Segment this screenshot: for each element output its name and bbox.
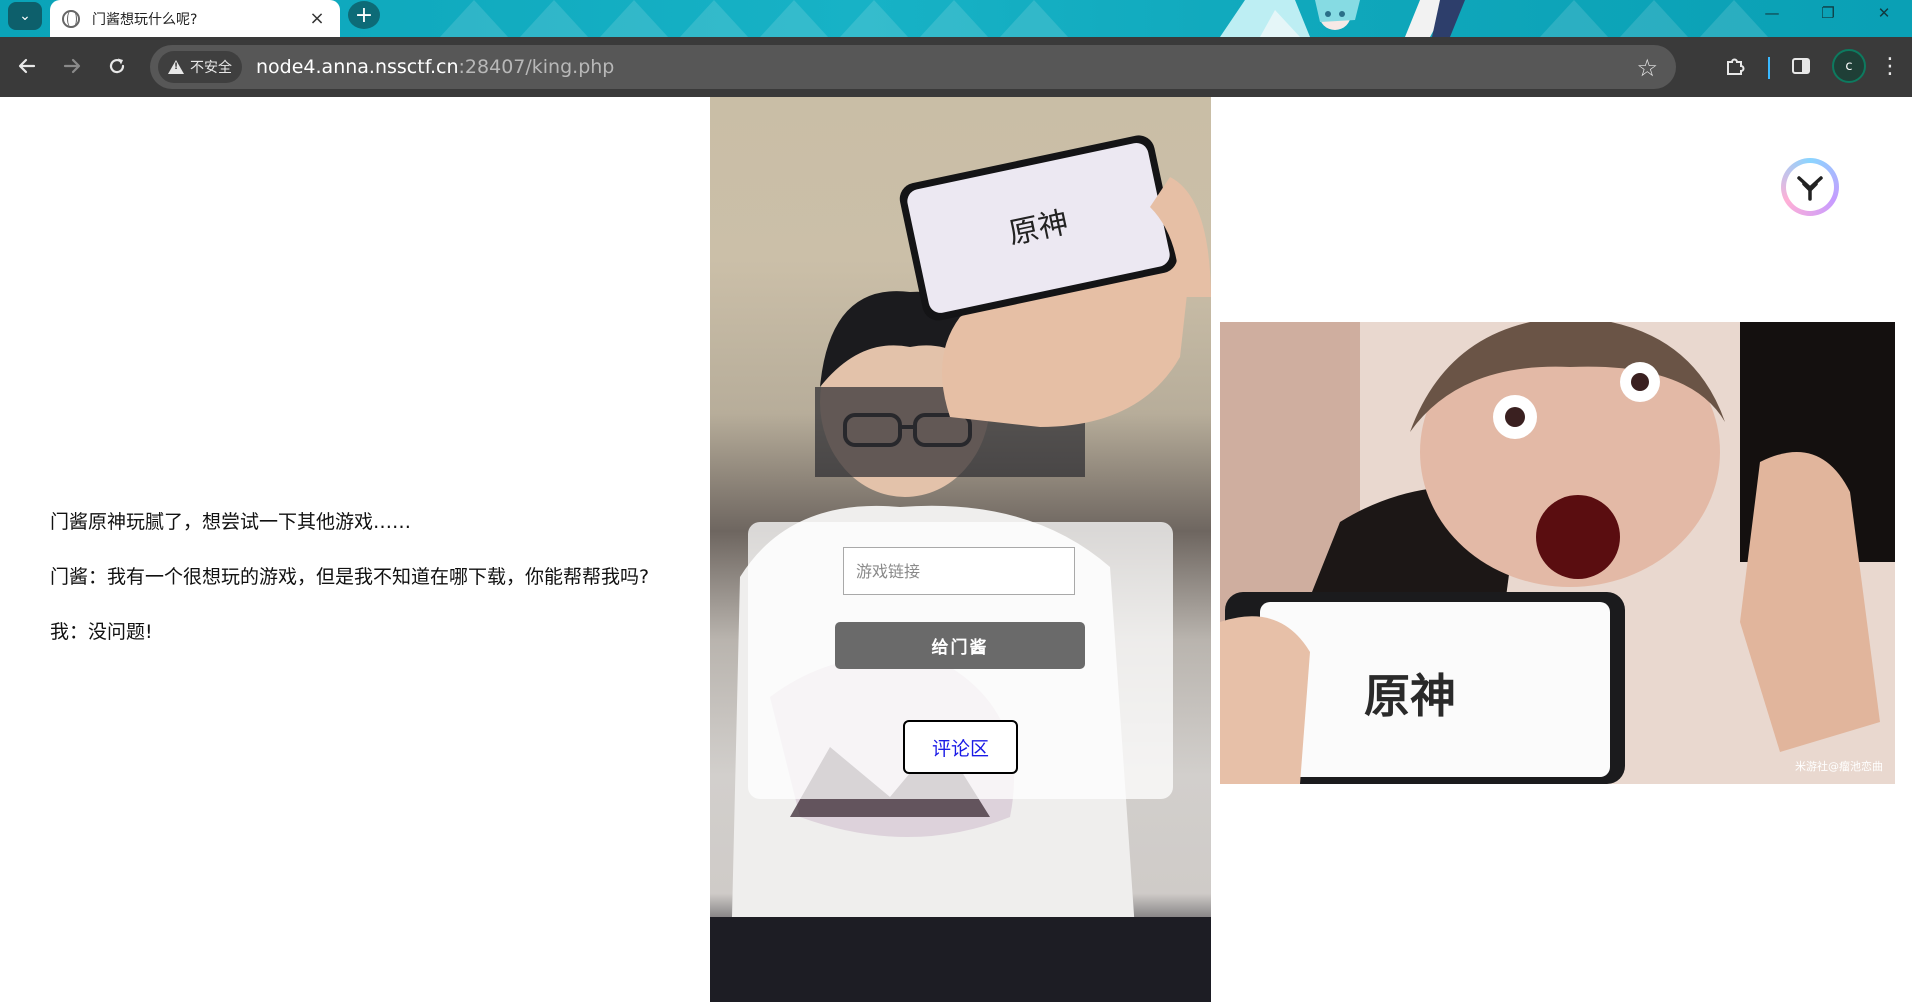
restore-button[interactable]: ❐ [1800,0,1856,26]
reload-button[interactable] [100,49,134,83]
globe-icon [62,9,80,28]
tabbar-decoration [440,0,508,37]
toolbar-divider [1768,57,1770,79]
bookmark-star-icon[interactable]: ☆ [1636,54,1658,82]
tab-strip: ⌄ 门酱想玩什么呢? × + — ❐ ✕ [0,0,1912,37]
story-line: 我：没问题! [50,621,153,643]
story-line: 门酱原神玩腻了，想尝试一下其他游戏…… [50,511,412,533]
tabbar-decoration [920,0,988,37]
warning-icon [168,60,184,74]
more-vertical-icon: ⋮ [1879,53,1901,79]
forward-button[interactable] [55,49,89,83]
arrow-left-icon [18,58,36,74]
tabbar-decoration [760,0,828,37]
tab-active[interactable]: 门酱想玩什么呢? × [50,0,340,37]
tab-search-button[interactable]: ⌄ [8,2,42,30]
comment-section-link[interactable]: 评论区 [903,720,1018,774]
new-tab-button[interactable]: + [348,1,380,29]
meme-phone-logo: 原神 [1364,669,1456,723]
game-link-input[interactable] [843,547,1075,595]
floating-app-logo[interactable] [1781,158,1839,216]
browser-toolbar: 不安全 node4.anna.nssctf.cn:28407/king.php … [0,37,1912,97]
tab-close-button[interactable]: × [306,8,328,29]
side-panel-button[interactable] [1786,51,1816,81]
theme-anime-art [1220,0,1465,37]
story-line: 门酱：我有一个很想玩的游戏，但是我不知道在哪下载，你能帮帮我吗? [50,566,650,588]
tabbar-decoration [840,0,908,37]
chevron-down-icon: ⌄ [19,8,31,24]
reload-icon [109,58,125,74]
submit-button[interactable]: 给门酱 [835,622,1085,669]
profile-avatar[interactable]: c [1832,49,1866,83]
tabbar-decoration [1000,0,1068,37]
close-window-button[interactable]: ✕ [1856,0,1912,26]
window-controls: — ❐ ✕ [1744,0,1912,30]
tab-title: 门酱想玩什么呢? [92,11,198,28]
tabbar-decoration [1540,0,1608,37]
tabbar-decoration [1620,0,1688,37]
browser-menu-button[interactable]: ⋮ [1879,51,1901,81]
tabbar-decoration [600,0,668,37]
story-text: 门酱原神玩腻了，想尝试一下其他游戏…… 门酱：我有一个很想玩的游戏，但是我不知道… [50,507,690,672]
arrow-right-icon [63,58,81,74]
image-watermark: 米游社@瘤池恋曲 [1795,760,1883,773]
side-panel-icon [1792,58,1810,74]
page-body: 门酱原神玩腻了，想尝试一下其他游戏…… 门酱：我有一个很想玩的游戏，但是我不知道… [0,97,1912,1002]
url-text[interactable]: node4.anna.nssctf.cn:28407/king.php [256,56,614,78]
meme-photo: 原神 米游社@瘤池恋曲 [1220,322,1895,784]
tabbar-decoration [520,0,588,37]
meme-face-illustration: 原神 [1220,322,1895,784]
game-link-form: 给门酱 评论区 [748,522,1173,799]
address-bar[interactable]: 不安全 node4.anna.nssctf.cn:28407/king.php … [150,45,1676,89]
tabbar-decoration [680,0,748,37]
puzzle-icon [1727,58,1745,75]
extensions-button[interactable] [1720,51,1750,81]
url-host: node4.anna.nssctf.cn [256,56,459,78]
back-button[interactable] [10,49,44,83]
security-indicator[interactable]: 不安全 [158,51,242,83]
y-logo-icon [1797,176,1823,201]
url-path: :28407/king.php [458,56,615,78]
security-label: 不安全 [190,60,232,76]
minimize-button[interactable]: — [1744,0,1800,26]
